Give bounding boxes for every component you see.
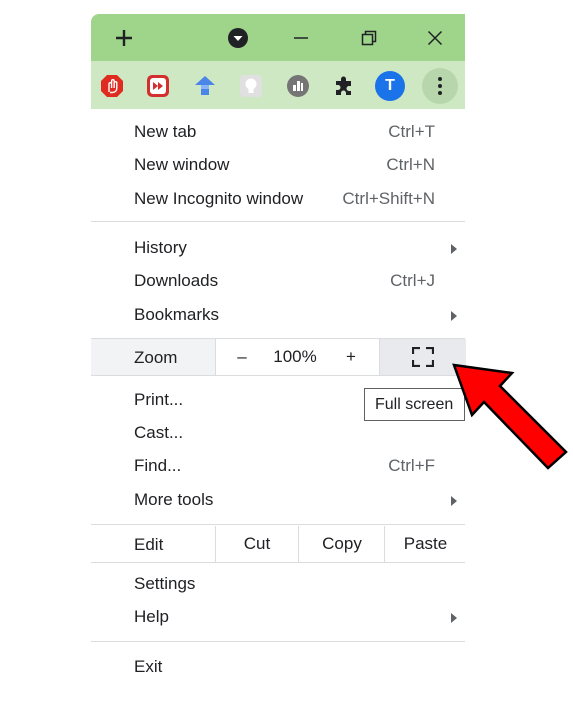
menu-separator [91, 221, 465, 222]
extension-video-speed-button[interactable] [145, 73, 171, 99]
menu-separator [91, 375, 465, 376]
menu-separator [91, 641, 465, 642]
menu-item-shortcut: Ctrl+F [388, 456, 435, 475]
menu-item-label: Exit [134, 657, 163, 676]
extensions-toolbar: T [91, 61, 465, 109]
cut-label: Cut [243, 534, 271, 553]
restore-button[interactable] [353, 14, 385, 61]
adblock-icon [101, 75, 123, 97]
browser-titlebar [91, 14, 465, 61]
zoom-in-label: + [346, 347, 356, 366]
menu-item-label: Downloads [134, 271, 219, 290]
submenu-arrow-icon [451, 311, 457, 321]
menu-item-label: More tools [134, 490, 214, 509]
restore-icon [361, 30, 377, 45]
paste-button[interactable]: Paste [384, 526, 466, 562]
menu-item-settings[interactable]: Settings [91, 568, 465, 600]
submenu-arrow-icon [451, 613, 457, 623]
plus-icon [116, 29, 132, 46]
video-speed-icon [147, 75, 169, 97]
menu-separator [91, 524, 465, 525]
menu-separator [91, 562, 465, 563]
tab-search-button[interactable] [223, 14, 253, 61]
menu-item-history[interactable]: History [91, 232, 465, 264]
submenu-arrow-icon [451, 496, 457, 506]
close-icon [427, 30, 443, 45]
close-button[interactable] [419, 14, 451, 61]
menu-item-label: Find... [134, 456, 182, 475]
analytics-icon [287, 75, 309, 97]
new-tab-button[interactable] [109, 14, 139, 61]
menu-item-new-window[interactable]: New window Ctrl+N [91, 149, 465, 181]
profile-avatar-button[interactable]: T [375, 71, 405, 101]
paste-label: Paste [403, 534, 448, 553]
menu-item-shortcut: Ctrl+T [388, 122, 435, 141]
menu-item-exit[interactable]: Exit [91, 651, 465, 683]
copy-button[interactable]: Copy [298, 526, 385, 562]
menu-item-bookmarks[interactable]: Bookmarks [91, 299, 465, 331]
zoom-out-label: – [237, 347, 247, 366]
zoom-in-button[interactable]: + [323, 339, 379, 375]
extension-adblock-button[interactable] [99, 73, 125, 99]
puzzle-icon [336, 76, 351, 95]
menu-item-find[interactable]: Find... Ctrl+F [91, 450, 465, 482]
menu-item-new-tab[interactable]: New tab Ctrl+T [91, 116, 465, 148]
shield-arrow-icon [195, 76, 215, 95]
menu-item-label: Cast... [134, 423, 184, 442]
fullscreen-icon [412, 347, 434, 367]
extensions-puzzle-button[interactable] [331, 73, 357, 99]
menu-item-label: New window [134, 155, 230, 174]
tab-search-icon [228, 27, 248, 48]
extension-analytics-button[interactable] [285, 73, 311, 99]
submenu-arrow-icon [451, 244, 457, 254]
menu-item-shortcut: Ctrl+Shift+N [342, 189, 435, 208]
menu-item-label: History [134, 238, 187, 257]
menu-item-help[interactable]: Help [91, 601, 465, 633]
menu-item-new-incognito-window[interactable]: New Incognito window Ctrl+Shift+N [91, 183, 465, 215]
menu-item-shortcut: Ctrl+N [386, 155, 435, 174]
edit-label: Edit [134, 535, 164, 554]
menu-item-label: Settings [134, 574, 196, 593]
minimize-button[interactable] [285, 14, 317, 61]
extension-lightbulb-button[interactable] [238, 73, 264, 99]
lightbulb-icon [240, 75, 262, 97]
zoom-value-text: 100% [273, 347, 317, 366]
menu-item-label: New tab [134, 122, 197, 141]
menu-item-cast[interactable]: Cast... [91, 417, 465, 449]
menu-item-label: Print... [134, 390, 184, 409]
zoom-out-button[interactable]: – [215, 339, 268, 375]
zoom-row: Zoom – 100% + [91, 339, 466, 375]
extension-shield-button[interactable] [192, 73, 218, 99]
minimize-icon [294, 36, 308, 39]
edit-row: Edit Cut Copy Paste [91, 526, 466, 562]
profile-initial: T [385, 77, 395, 94]
cut-button[interactable]: Cut [215, 526, 298, 562]
menu-item-label: New Incognito window [134, 189, 304, 208]
zoom-level-value: 100% [267, 339, 323, 375]
menu-item-more-tools[interactable]: More tools [91, 484, 465, 516]
menu-item-label: Bookmarks [134, 305, 220, 324]
copy-label: Copy [322, 534, 362, 553]
annotation-arrow-icon [452, 363, 568, 470]
zoom-label: Zoom [134, 348, 178, 367]
menu-item-shortcut: Ctrl+J [390, 271, 435, 290]
menu-item-label: Help [134, 607, 169, 626]
menu-item-downloads[interactable]: Downloads Ctrl+J [91, 265, 465, 297]
chrome-menu-button[interactable] [422, 68, 458, 104]
kebab-menu-icon [438, 77, 442, 95]
